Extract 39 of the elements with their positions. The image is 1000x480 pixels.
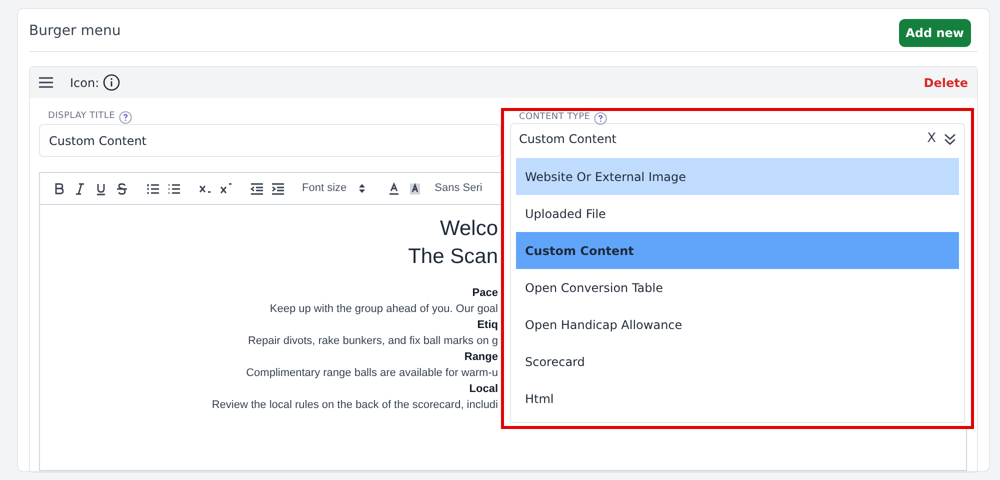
outdent-icon[interactable] xyxy=(250,182,264,196)
editor-heading: Welco xyxy=(440,216,498,242)
icon-label: Icon: xyxy=(70,74,100,92)
editor-paragraph: Review the local rules on the back of the scorecard, includi xyxy=(212,398,498,413)
superscript-icon[interactable] xyxy=(219,182,233,196)
indent-icon[interactable] xyxy=(271,182,285,196)
dropdown-option[interactable]: Custom Content xyxy=(516,232,959,269)
editor-subheading: Etiq xyxy=(477,318,498,333)
strikethrough-icon[interactable] xyxy=(115,182,129,196)
card-title: Burger menu xyxy=(29,22,121,40)
editor-heading: The Scan xyxy=(408,244,498,270)
numbered-list-icon[interactable] xyxy=(146,182,160,196)
clear-button[interactable]: X xyxy=(927,129,936,149)
editor-paragraph: Keep up with the group ahead of you. Our goal xyxy=(270,302,498,317)
italic-icon[interactable] xyxy=(73,182,87,196)
font-size-select[interactable]: Font size xyxy=(302,180,365,197)
content-type-select[interactable]: Custom Content X xyxy=(511,124,964,154)
editor-subheading: Range xyxy=(464,350,498,365)
editor-paragraph: Repair divots, rake bunkers, and fix ball marks on g xyxy=(248,334,498,349)
dropdown-option[interactable]: Website Or External Image xyxy=(516,158,959,195)
sort-arrows-icon xyxy=(358,184,365,193)
info-icon[interactable] xyxy=(103,74,120,91)
help-icon[interactable] xyxy=(119,110,132,124)
editor-subheading: Pace xyxy=(472,286,498,301)
help-icon[interactable] xyxy=(594,112,608,124)
text-color-icon[interactable] xyxy=(386,182,401,196)
display-title-field[interactable]: Custom Content xyxy=(39,124,501,157)
underline-icon[interactable] xyxy=(94,182,108,196)
editor-subheading: Local xyxy=(469,382,498,397)
bullet-list-icon[interactable] xyxy=(167,182,181,196)
highlight-icon[interactable] xyxy=(408,182,422,196)
menu-icon[interactable] xyxy=(39,77,53,88)
delete-button[interactable]: Delete xyxy=(924,74,968,92)
font-family-select[interactable]: Sans Seri xyxy=(434,180,482,197)
editor-paragraph: Complimentary range balls are available for warm-u xyxy=(246,366,498,381)
double-chevron-icon[interactable] xyxy=(944,132,956,146)
field-label: CONTENT TYPE xyxy=(519,111,590,124)
field-label: DISPLAY TITLE xyxy=(48,110,116,124)
add-new-button[interactable]: Add new xyxy=(898,19,971,47)
